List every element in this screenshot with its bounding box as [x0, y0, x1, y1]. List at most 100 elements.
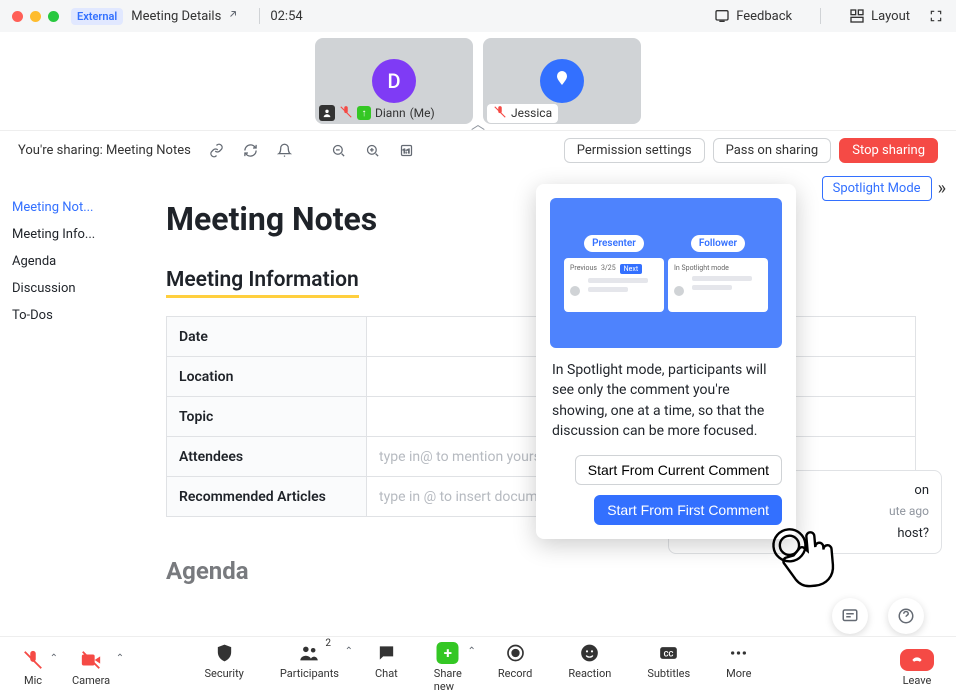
doc-section-heading: Meeting Information	[166, 268, 359, 298]
popover-body-text: In Spotlight mode, participants will see…	[552, 360, 780, 441]
row-key: Recommended Articles	[167, 477, 367, 517]
spotlight-popover: Presenter Previous 3/25 Next Follower In…	[536, 184, 796, 539]
video-tiles-row: D ↑ Diann (Me) Jessica ︿	[0, 32, 956, 130]
mic-muted-icon	[493, 105, 507, 122]
share-indicator-icon: ↑	[357, 106, 371, 120]
subtitles-button[interactable]: CC Subtitles	[647, 642, 690, 693]
notifications-button[interactable]	[273, 139, 297, 163]
close-window-button[interactable]	[12, 11, 23, 22]
svg-text:CC: CC	[664, 649, 674, 658]
mic-label: Mic	[24, 674, 42, 687]
people-icon	[298, 642, 320, 664]
feedback-button[interactable]: Feedback	[714, 8, 792, 24]
spotlight-mode-button[interactable]: Spotlight Mode	[822, 176, 932, 201]
reaction-button[interactable]: Reaction	[568, 642, 611, 693]
record-icon	[504, 642, 526, 664]
record-button[interactable]: Record	[498, 642, 532, 693]
outline-item[interactable]: Meeting Info...	[10, 221, 142, 248]
person-icon	[319, 105, 335, 121]
security-button[interactable]: Security	[205, 642, 244, 693]
chat-label: Chat	[375, 667, 398, 680]
participants-label: Participants	[280, 667, 339, 680]
mic-button[interactable]: Mic ⌃	[22, 649, 44, 687]
doc-toolbar-right: Spotlight Mode »	[812, 170, 956, 207]
chevron-up-icon[interactable]: ⌃	[50, 653, 58, 664]
maximize-window-button[interactable]	[48, 11, 59, 22]
popout-icon[interactable]	[227, 8, 239, 24]
layout-icon	[849, 8, 865, 24]
chevron-up-icon[interactable]: ⌃	[116, 653, 124, 664]
row-key: Date	[167, 317, 367, 357]
separator	[259, 8, 260, 24]
svg-text:1:1: 1:1	[403, 149, 411, 155]
meeting-title[interactable]: Meeting Details	[131, 9, 221, 24]
fullscreen-icon	[928, 8, 944, 24]
video-tile-self[interactable]: D ↑ Diann (Me)	[315, 38, 473, 124]
mic-off-icon	[22, 649, 44, 671]
video-tile-peer[interactable]: Jessica	[483, 38, 641, 124]
minimize-window-button[interactable]	[30, 11, 41, 22]
outline-item[interactable]: Agenda	[10, 248, 142, 275]
traffic-lights	[12, 11, 59, 22]
leave-button[interactable]: Leave	[900, 649, 934, 687]
avatar-peer	[540, 59, 584, 103]
share-new-button[interactable]: + Share new ⌃	[434, 642, 462, 693]
leave-icon	[900, 649, 934, 671]
more-label: More	[726, 667, 751, 680]
layout-label: Layout	[871, 9, 910, 24]
cc-icon: CC	[658, 642, 680, 664]
start-current-comment-button[interactable]: Start From Current Comment	[575, 455, 782, 485]
participants-button[interactable]: 2 Participants ⌃	[280, 642, 339, 693]
share-toolbar: You're sharing: Meeting Notes 1:1 Permis…	[0, 130, 956, 170]
participant-name: Diann	[375, 106, 406, 120]
copy-link-button[interactable]	[205, 139, 229, 163]
chat-button[interactable]: Chat	[375, 642, 398, 693]
avatar-self: D	[372, 59, 416, 103]
feedback-label: Feedback	[736, 9, 792, 24]
security-label: Security	[205, 667, 244, 680]
collapse-tiles-button[interactable]: ︿	[471, 114, 485, 134]
zoom-in-button[interactable]	[361, 139, 385, 163]
shield-icon	[213, 642, 235, 664]
layout-button[interactable]: Layout	[849, 8, 910, 24]
document-outline: Meeting Not... Meeting Info... Agenda Di…	[0, 170, 152, 658]
fit-button[interactable]: 1:1	[395, 139, 419, 163]
me-label: (Me)	[410, 106, 435, 120]
help-button[interactable]	[888, 598, 924, 634]
mic-muted-icon	[339, 105, 353, 122]
camera-off-icon	[80, 649, 102, 671]
refresh-button[interactable]	[239, 139, 263, 163]
meeting-timer: 02:54	[270, 9, 302, 24]
pass-sharing-button[interactable]: Pass on sharing	[713, 138, 832, 163]
fullscreen-button[interactable]	[928, 8, 944, 24]
more-icon[interactable]: »	[938, 178, 946, 199]
chevron-up-icon[interactable]: ⌃	[345, 646, 353, 657]
presenter-tab-label: Presenter	[584, 235, 644, 252]
row-key: Attendees	[167, 437, 367, 477]
outline-item[interactable]: Meeting Not...	[10, 194, 142, 221]
leave-label: Leave	[903, 674, 932, 687]
share-icon: +	[437, 642, 459, 664]
camera-label: Camera	[72, 674, 110, 687]
permission-settings-button[interactable]: Permission settings	[564, 138, 705, 163]
feedback-icon	[714, 8, 730, 24]
sharing-status-text: You're sharing: Meeting Notes	[18, 143, 191, 158]
outline-item[interactable]: To-Dos	[10, 302, 142, 329]
stop-sharing-button[interactable]: Stop sharing	[839, 138, 938, 163]
chat-icon	[375, 642, 397, 664]
chevron-up-icon[interactable]: ⌃	[467, 646, 475, 657]
dots-icon	[728, 642, 750, 664]
start-first-comment-button[interactable]: Start From First Comment	[594, 495, 782, 525]
zoom-out-button[interactable]	[327, 139, 351, 163]
record-label: Record	[498, 667, 532, 680]
window-titlebar: External Meeting Details 02:54 Feedback …	[0, 0, 956, 32]
camera-button[interactable]: Camera ⌃	[72, 649, 110, 687]
more-button[interactable]: More	[726, 642, 751, 693]
outline-item[interactable]: Discussion	[10, 275, 142, 302]
tile-label-self: ↑ Diann (Me)	[315, 102, 443, 124]
meeting-bottom-bar: Mic ⌃ Camera ⌃ Security 2 Participants ⌃…	[0, 636, 956, 698]
doc-comments-toggle[interactable]	[832, 598, 868, 634]
cursor-hand-icon	[766, 515, 853, 606]
popover-illustration: Presenter Previous 3/25 Next Follower In…	[550, 198, 782, 348]
external-badge: External	[71, 8, 123, 25]
